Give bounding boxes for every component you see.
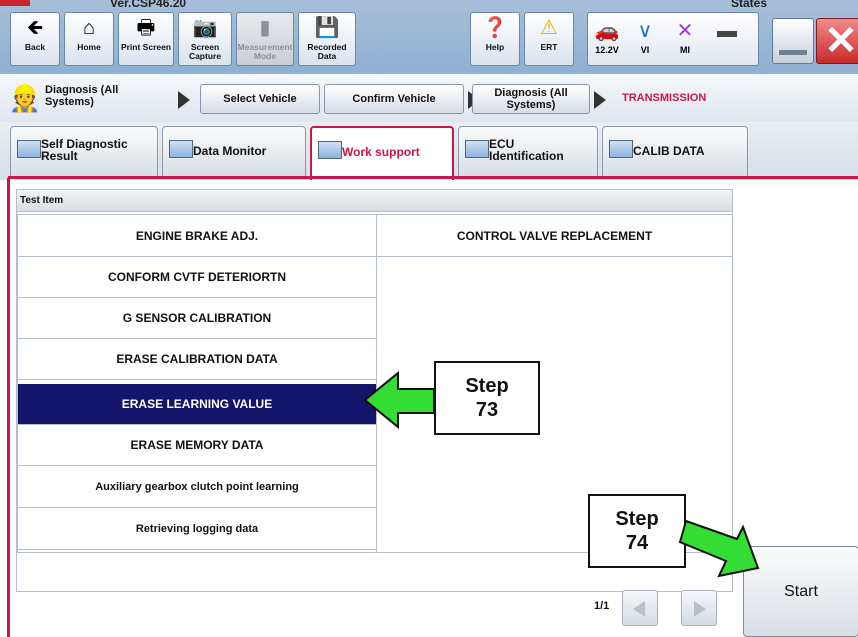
list-item-engine-brake-adj[interactable]: ENGINE BRAKE ADJ. — [18, 216, 377, 257]
breadcrumb: 👷 Diagnosis (All Systems) Select Vehicle… — [0, 74, 858, 123]
cross-icon: ✕ — [676, 20, 694, 42]
step-73-number: 73 — [475, 399, 499, 421]
monitor-icon — [169, 140, 193, 158]
toolbar: Ver.CSP46.20 States 🡸 Back ⌂ Home 🖶 Prin… — [0, 0, 858, 74]
version-label: Ver.CSP46.20 — [110, 0, 187, 10]
list-item-g-sensor-calibration[interactable]: G SENSOR CALIBRATION — [18, 298, 377, 339]
camera-icon: 📷 — [192, 17, 218, 39]
ert-button[interactable]: ⚠ ERT — [524, 12, 574, 66]
warning-icon: ⚠ — [540, 17, 558, 39]
tab-work-support[interactable]: Work support — [310, 126, 454, 180]
page-indicator: 1/1 — [594, 600, 610, 612]
mi-status: ✕ MI — [668, 17, 702, 55]
tab-ecu-identification[interactable]: ECU Identification — [458, 126, 598, 176]
step-74-callout: Step 74 — [588, 494, 686, 568]
diagnosis-all-systems-button[interactable]: Diagnosis (All Systems) — [472, 84, 590, 114]
tab-label: Data Monitor — [193, 144, 267, 158]
list-item-conform-cvtf[interactable]: CONFORM CVTF DETERIORTN — [18, 257, 377, 298]
measurement-mode-button[interactable]: ▮ Measurement Mode — [236, 12, 294, 66]
chevron-right-icon — [178, 91, 190, 109]
back-button-label: Back — [24, 42, 46, 52]
technician-icon: 👷 — [8, 83, 42, 113]
back-button[interactable]: 🡸 Back — [10, 12, 60, 66]
tab-label: Self Diagnostic Result — [41, 137, 128, 163]
help-button-label: Help — [485, 42, 505, 52]
step-74-label: Step — [615, 508, 659, 530]
chevron-right-icon — [594, 91, 606, 109]
confirm-vehicle-button[interactable]: Confirm Vehicle — [324, 84, 464, 114]
calib-icon — [609, 140, 633, 158]
measurement-icon: ▮ — [259, 17, 271, 39]
ecu-icon — [465, 140, 489, 158]
voltage-value: 12.2V — [595, 45, 619, 55]
screen-capture-label: Screen Capture — [188, 42, 222, 61]
ert-button-label: ERT — [540, 42, 558, 52]
recorded-data-icon: 💾 — [314, 17, 340, 39]
screen-capture-button[interactable]: 📷 Screen Capture — [178, 12, 232, 66]
list-item-erase-memory-data[interactable]: ERASE MEMORY DATA — [18, 425, 377, 466]
home-button[interactable]: ⌂ Home — [64, 12, 114, 66]
mi-label: MI — [680, 45, 690, 55]
printer-icon: 🖶 — [136, 17, 156, 39]
tab-label: ECU Identification — [489, 137, 564, 163]
step-73-label: Step — [465, 375, 509, 397]
logo-mark — [0, 0, 30, 6]
list-item-retrieving-logging-data[interactable]: Retrieving logging data — [18, 509, 377, 550]
battery-icon: ▬ — [717, 20, 737, 42]
breadcrumb-root: Diagnosis (All Systems) — [45, 84, 119, 108]
tab-underline — [8, 176, 858, 179]
measurement-mode-label: Measurement Mode — [237, 42, 293, 61]
tab-data-monitor[interactable]: Data Monitor — [162, 126, 306, 176]
help-icon: ❓ — [482, 17, 508, 39]
tab-self-diagnostic-result[interactable]: Self Diagnostic Result — [10, 126, 158, 176]
vi-label: VI — [640, 45, 650, 55]
home-icon: ⌂ — [82, 17, 96, 39]
chevron-left-icon — [633, 601, 645, 617]
prev-page-button[interactable] — [622, 590, 658, 626]
signal-icon: ∨ — [637, 20, 653, 42]
list-item-control-valve-replacement[interactable]: CONTROL VALVE REPLACEMENT — [377, 216, 732, 257]
content-border — [7, 178, 10, 637]
print-screen-label: Print Screen — [120, 42, 172, 52]
list-item-aux-gearbox-clutch[interactable]: Auxiliary gearbox clutch point learning — [18, 467, 377, 508]
close-icon: ✕ — [824, 19, 858, 63]
tab-calib-data[interactable]: CALIB DATA — [602, 126, 748, 176]
diagnostic-icon — [17, 140, 41, 158]
car-icon: 🚗 — [594, 20, 620, 42]
print-screen-button[interactable]: 🖶 Print Screen — [118, 12, 174, 66]
work-support-icon — [318, 141, 342, 159]
list-item-erase-learning-value[interactable]: ERASE LEARNING VALUE — [18, 384, 377, 425]
recorded-data-button[interactable]: 💾 Recorded Data — [298, 12, 356, 66]
select-vehicle-button[interactable]: Select Vehicle — [200, 84, 320, 114]
help-button[interactable]: ❓ Help — [470, 12, 520, 66]
close-button[interactable]: ✕ — [816, 18, 858, 64]
step-74-number: 74 — [625, 532, 649, 554]
chevron-right-icon — [694, 601, 706, 617]
consult-window: Ver.CSP46.20 States 🡸 Back ⌂ Home 🖶 Prin… — [0, 0, 858, 637]
breadcrumb-current: TRANSMISSION — [622, 92, 707, 104]
battery-status: ▬ — [710, 17, 744, 45]
tab-label: CALIB DATA — [633, 144, 705, 158]
list-item-erase-calibration-data[interactable]: ERASE CALIBRATION DATA — [18, 339, 377, 380]
minimize-icon — [779, 50, 807, 55]
next-page-button[interactable] — [681, 590, 717, 626]
minimize-button[interactable] — [772, 18, 814, 64]
tab-label: Work support — [342, 145, 420, 159]
home-button-label: Home — [77, 42, 101, 52]
states-label: States — [731, 0, 768, 10]
start-button[interactable]: Start — [743, 546, 858, 637]
vi-status: ∨ VI — [628, 17, 662, 55]
step-73-callout: Step 73 — [434, 361, 540, 435]
vehicle-status: 🚗 12.2V — [590, 17, 624, 55]
test-item-header: Test Item — [17, 190, 732, 212]
status-panel: 🚗 12.2V ∨ VI ✕ MI ▬ — [587, 12, 759, 66]
recorded-data-label: Recorded Data — [307, 42, 347, 61]
back-arrow-icon: 🡸 — [26, 17, 44, 39]
